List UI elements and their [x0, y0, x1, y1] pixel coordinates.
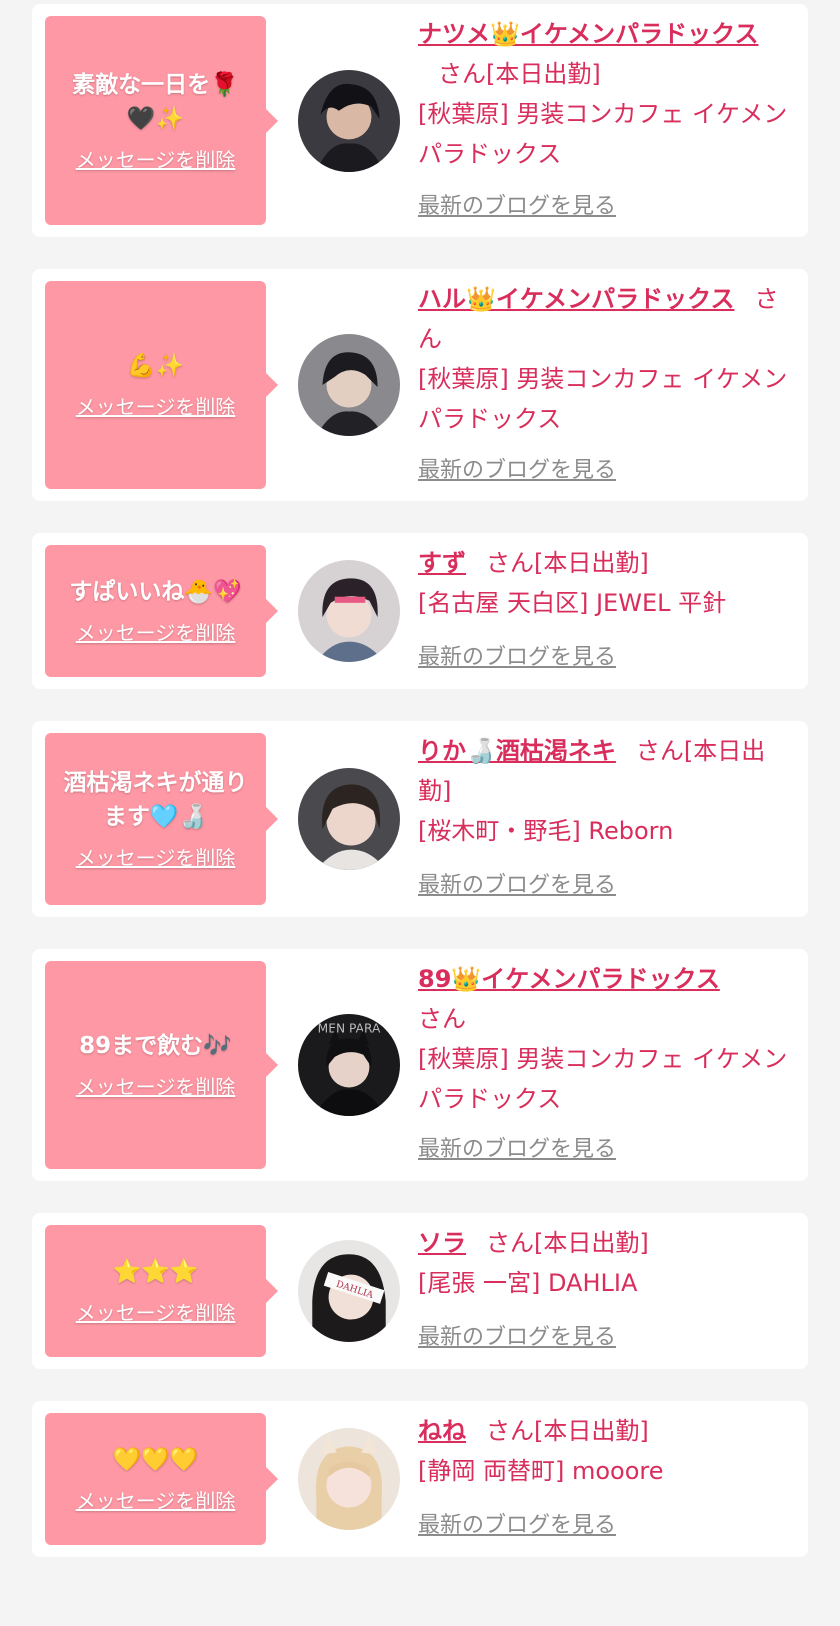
- svg-text:MEN PARA: MEN PARA: [318, 1021, 381, 1035]
- cast-name-link[interactable]: ねね: [418, 1417, 466, 1445]
- delete-message-link[interactable]: メッセージを削除: [76, 1299, 236, 1327]
- favorite-card: すぱいいね🐣💖 メッセージを削除 すず さん[本日出勤] [名古屋 天白区] JE…: [32, 533, 808, 689]
- shop-name: [秋葉原] 男装コンカフェ イケメンパラドックス: [418, 365, 788, 433]
- message-text: ⭐⭐⭐: [112, 1259, 199, 1285]
- latest-blog-link[interactable]: 最新のブログを見る: [418, 1135, 616, 1165]
- latest-blog-link[interactable]: 最新のブログを見る: [418, 643, 616, 673]
- latest-blog-link[interactable]: 最新のブログを見る: [418, 456, 616, 486]
- latest-blog-link[interactable]: 最新のブログを見る: [418, 192, 616, 222]
- favorite-card: 💛💛💛 メッセージを削除 ねね さん[本日出勤] [静岡 両替町] mooore …: [32, 1401, 808, 1557]
- message-text: 89まで飲む🎶: [79, 1033, 232, 1059]
- avatar[interactable]: [298, 1428, 400, 1530]
- delete-message-link[interactable]: メッセージを削除: [76, 844, 236, 872]
- delete-message-link[interactable]: メッセージを削除: [76, 619, 236, 647]
- shop-name: [秋葉原] 男装コンカフェ イケメンパラドックス: [418, 1045, 788, 1113]
- cast-info: りか🍶酒枯渇ネキ さん[本日出勤] [桜木町・野毛] Reborn: [418, 731, 788, 851]
- shop-name: [静岡 両替町] mooore: [418, 1457, 664, 1485]
- message-text: 💛💛💛: [112, 1447, 199, 1473]
- cast-info: ナツメ👑イケメンパラドックスさん[本日出勤] [秋葉原] 男装コンカフェ イケメ…: [418, 14, 788, 174]
- message-text: 💪✨: [126, 353, 185, 379]
- cast-status: さん[本日出勤]: [438, 60, 601, 88]
- cast-name-link[interactable]: ハル👑イケメンパラドックス: [418, 285, 734, 313]
- cast-info: ソラ さん[本日出勤] [尾張 一宮] DAHLIA: [418, 1223, 788, 1303]
- shop-name: [秋葉原] 男装コンカフェ イケメンパラドックス: [418, 100, 788, 168]
- favorite-card: ⭐⭐⭐ メッセージを削除 DAHLIA ソラ さん[本日出勤] [尾張 一宮] D…: [32, 1213, 808, 1369]
- cast-status: さん[本日出勤]: [486, 549, 649, 577]
- avatar[interactable]: [298, 70, 400, 172]
- delete-message-link[interactable]: メッセージを削除: [76, 1073, 236, 1101]
- latest-blog-link[interactable]: 最新のブログを見る: [418, 871, 616, 901]
- cast-info: ハル👑イケメンパラドックス さん [秋葉原] 男装コンカフェ イケメンパラドックス: [418, 279, 788, 439]
- cast-name-link[interactable]: ナツメ👑イケメンパラドックス: [418, 20, 758, 48]
- message-bubble: すぱいいね🐣💖 メッセージを削除: [45, 545, 266, 677]
- cast-status: さん: [418, 1005, 466, 1033]
- cast-info: 89👑イケメンパラドックス さん [秋葉原] 男装コンカフェ イケメンパラドック…: [418, 959, 788, 1119]
- message-text: すぱいいね🐣💖: [69, 579, 242, 605]
- message-bubble: 酒枯渇ネキが通ります🩵🍶 メッセージを削除: [45, 733, 266, 905]
- cast-status: さん[本日出勤]: [486, 1229, 649, 1257]
- message-text: 酒枯渇ネキが通ります🩵🍶: [63, 770, 248, 830]
- cast-status: さん[本日出勤]: [486, 1417, 649, 1445]
- shop-name: [尾張 一宮] DAHLIA: [418, 1269, 638, 1297]
- message-bubble: 89まで飲む🎶 メッセージを削除: [45, 961, 266, 1169]
- message-text: 素敵な一日を🌹🖤✨: [72, 71, 239, 132]
- avatar[interactable]: [298, 334, 400, 436]
- avatar[interactable]: [298, 768, 400, 870]
- delete-message-link[interactable]: メッセージを削除: [76, 1487, 236, 1515]
- favorite-card: 89まで飲む🎶 メッセージを削除 MEN PARA 89👑イケメンパラドックス …: [32, 949, 808, 1181]
- avatar[interactable]: MEN PARA: [298, 1014, 400, 1116]
- cast-name-link[interactable]: 89👑イケメンパラドックス: [418, 965, 720, 993]
- cast-info: ねね さん[本日出勤] [静岡 両替町] mooore: [418, 1411, 788, 1491]
- cast-name-link[interactable]: りか🍶酒枯渇ネキ: [418, 737, 616, 765]
- shop-name: [桜木町・野毛] Reborn: [418, 817, 674, 845]
- cast-info: すず さん[本日出勤] [名古屋 天白区] JEWEL 平針: [418, 543, 788, 623]
- cast-name-link[interactable]: ソラ: [418, 1229, 466, 1257]
- message-bubble: 素敵な一日を🌹🖤✨ メッセージを削除: [45, 16, 266, 225]
- avatar[interactable]: DAHLIA: [298, 1240, 400, 1342]
- latest-blog-link[interactable]: 最新のブログを見る: [418, 1511, 616, 1541]
- favorite-card: 💪✨ メッセージを削除 ハル👑イケメンパラドックス さん [秋葉原] 男装コンカフ…: [32, 269, 808, 501]
- message-bubble: 💪✨ メッセージを削除: [45, 281, 266, 489]
- delete-message-link[interactable]: メッセージを削除: [76, 393, 236, 421]
- favorite-card: 酒枯渇ネキが通ります🩵🍶 メッセージを削除 りか🍶酒枯渇ネキ さん[本日出勤] […: [32, 721, 808, 917]
- delete-message-link[interactable]: メッセージを削除: [76, 146, 236, 174]
- latest-blog-link[interactable]: 最新のブログを見る: [418, 1323, 616, 1353]
- shop-name: [名古屋 天白区] JEWEL 平針: [418, 589, 727, 617]
- cast-name-link[interactable]: すず: [418, 549, 466, 577]
- message-bubble: ⭐⭐⭐ メッセージを削除: [45, 1225, 266, 1357]
- favorite-card: 素敵な一日を🌹🖤✨ メッセージを削除 ナツメ👑イケメンパラドックスさん[本日出勤…: [32, 4, 808, 237]
- avatar[interactable]: [298, 560, 400, 662]
- message-bubble: 💛💛💛 メッセージを削除: [45, 1413, 266, 1545]
